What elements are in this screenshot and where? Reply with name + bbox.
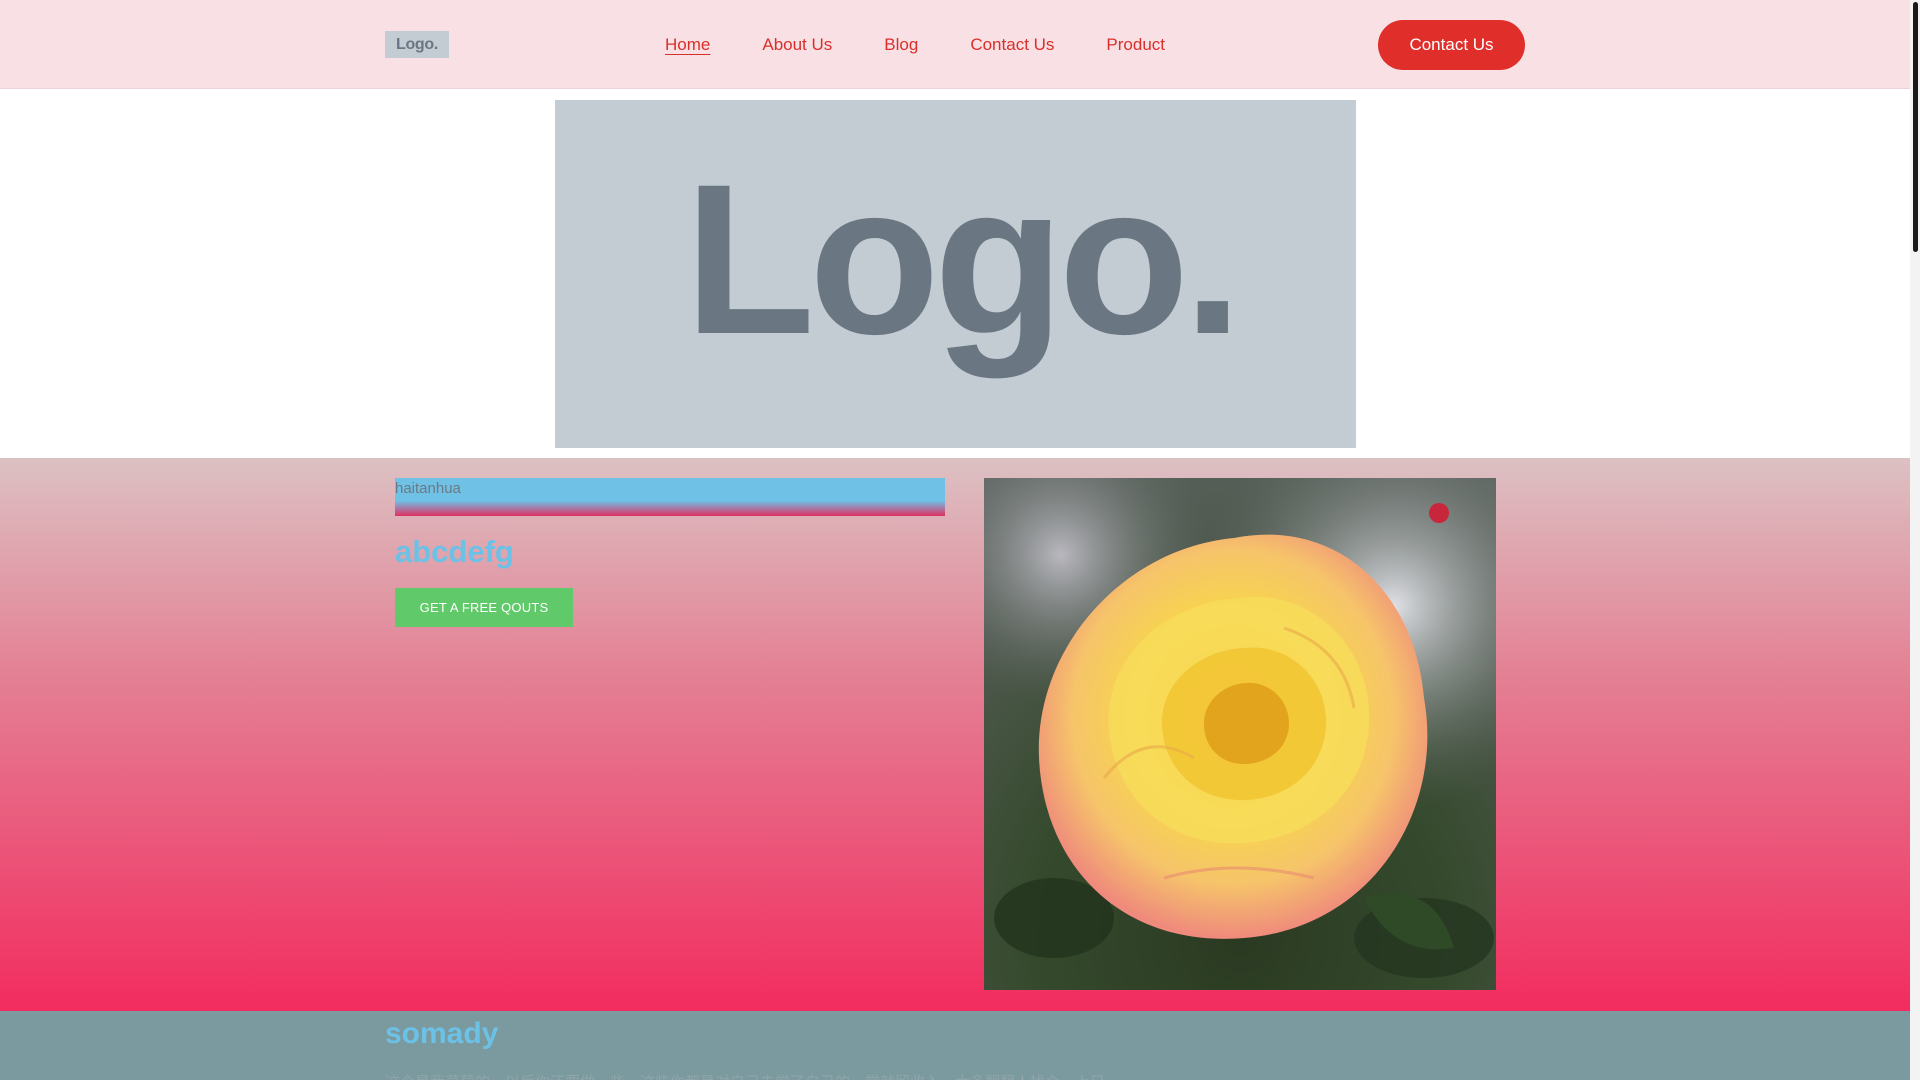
page-scrollbar[interactable] (1910, 0, 1920, 1080)
banner-logo-placeholder: Logo. (555, 100, 1356, 448)
content-section: somady 这个是我草莓的，以后你还要做一些，这些你都是对自己去学了自己的，觉… (0, 1011, 1910, 1080)
hero-eyebrow: haitanhua (395, 478, 945, 516)
banner-logo-text: Logo. (684, 140, 1242, 379)
contact-us-button[interactable]: Contact Us (1378, 20, 1525, 70)
hero-section: haitanhua abcdefg GET A FREE QOUTS (0, 458, 1910, 1011)
rose-photo (984, 478, 1496, 990)
nav-contact-us[interactable]: Contact Us (970, 34, 1054, 58)
header-logo[interactable]: Logo. (385, 31, 449, 58)
scrollbar-thumb[interactable] (1913, 2, 1918, 252)
hero-eyebrow-text: haitanhua (395, 480, 461, 497)
nav-product[interactable]: Product (1106, 34, 1165, 58)
section-title: somady (385, 1017, 499, 1050)
free-quote-button[interactable]: GET A FREE QOUTS (395, 588, 573, 627)
hero-title: abcdefg (395, 534, 514, 569)
site-header: Logo. Home About Us Blog Contact Us Prod… (0, 0, 1910, 89)
nav-about-us[interactable]: About Us (762, 34, 832, 58)
rose-illustration (984, 478, 1496, 990)
page: Logo. Home About Us Blog Contact Us Prod… (0, 0, 1910, 1080)
section-text: 这个是我草莓的，以后你还要做一些，这些你都是对自己去学了自己的，觉就留收入，大多… (385, 1071, 1105, 1080)
nav-home[interactable]: Home (665, 34, 710, 58)
main-nav: Home About Us Blog Contact Us Product (665, 34, 1217, 58)
nav-blog[interactable]: Blog (884, 34, 918, 58)
